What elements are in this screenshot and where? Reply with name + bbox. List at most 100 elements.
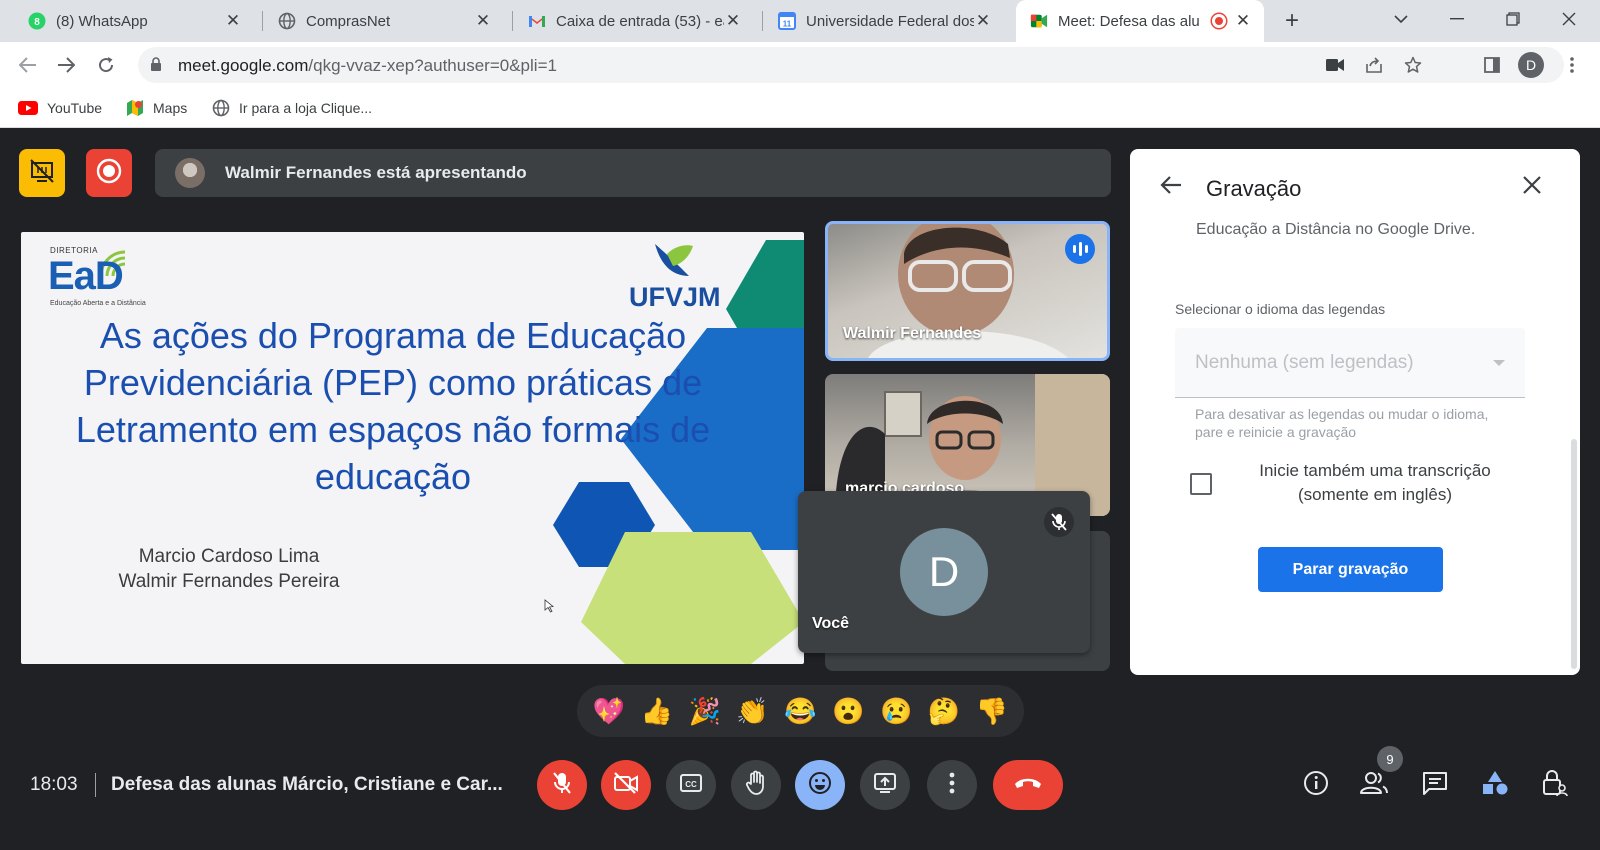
bottom-divider [95, 773, 96, 797]
participant-name: Walmir Fernandes [843, 325, 982, 342]
url-text: meet.google.com/qkg-vvaz-xep?authuser=0&… [178, 56, 557, 76]
svg-text:CC: CC [685, 780, 697, 789]
caption-language-select[interactable]: Nenhuma (sem legendas) [1175, 328, 1525, 398]
tab-title: (8) WhatsApp [56, 12, 148, 30]
activities-button[interactable] [1478, 768, 1512, 802]
reaction-thinking[interactable]: 🤔 [928, 696, 960, 726]
more-options-button[interactable] [927, 760, 977, 810]
tab-separator [262, 11, 263, 31]
tab-meet[interactable]: Meet: Defesa das alu ✕ [1016, 0, 1264, 42]
info-icon [1303, 770, 1329, 801]
svg-text:11: 11 [783, 20, 792, 29]
host-controls-button[interactable] [19, 149, 65, 197]
transcript-label: Inicie também uma transcrição (somente e… [1259, 461, 1491, 504]
reaction-heart[interactable]: 💖 [593, 696, 625, 726]
minimize-icon[interactable] [1430, 0, 1484, 38]
reaction-thumbs-up[interactable]: 👍 [641, 696, 673, 726]
hand-icon [745, 770, 767, 801]
bookmark-label: YouTube [47, 100, 103, 116]
side-panel-icon[interactable] [1478, 51, 1506, 79]
address-bar[interactable]: meet.google.com/qkg-vvaz-xep?authuser=0&… [138, 47, 1564, 83]
panel-title: Gravação [1206, 176, 1302, 201]
reaction-thumbs-down[interactable]: 👎 [976, 696, 1008, 726]
reaction-clap[interactable]: 👏 [736, 696, 768, 726]
bookmark-label: Ir para a loja Clique... [239, 100, 373, 116]
shared-screen-slide: DIRETORIA EaD Educação Aberta e a Distân… [21, 232, 804, 664]
whatsapp-icon: 8 [28, 12, 46, 30]
lock-person-icon [1542, 769, 1568, 802]
tab-title: Meet: Defesa das alu [1058, 12, 1200, 30]
captions-button[interactable]: CC [666, 760, 716, 810]
reaction-sad[interactable]: 😢 [880, 696, 912, 726]
restore-icon[interactable] [1486, 0, 1540, 38]
reaction-laugh[interactable]: 😂 [784, 696, 816, 726]
present-screen-button[interactable] [860, 760, 910, 810]
slide-ufvjm-logo: UFVJM [629, 282, 721, 312]
meet-icon [1030, 12, 1048, 30]
stop-recording-button[interactable]: Parar gravação [1258, 547, 1443, 592]
bookmark-maps[interactable]: Maps [126, 96, 187, 120]
back-arrow-icon[interactable] [14, 51, 42, 79]
reaction-surprised[interactable]: 😮 [832, 696, 864, 726]
more-vert-icon [949, 772, 955, 799]
maps-icon [126, 99, 144, 117]
tab-gmail[interactable]: Caixa de entrada (53) - ea ✕ [514, 0, 754, 42]
recording-side-panel: Gravação Educação a Distância no Google … [1130, 149, 1580, 675]
mic-toggle-button[interactable] [537, 760, 587, 810]
close-tab-icon[interactable]: ✕ [974, 11, 992, 31]
reaction-party[interactable]: 🎉 [689, 696, 721, 726]
gmail-icon [528, 12, 546, 30]
tab-whatsapp[interactable]: 8 (8) WhatsApp ✕ [14, 0, 254, 42]
chat-button[interactable] [1418, 768, 1452, 802]
panel-scrollbar[interactable] [1571, 439, 1577, 669]
back-arrow-icon[interactable] [1160, 175, 1182, 200]
forward-arrow-icon[interactable] [52, 51, 80, 79]
caption-hint: Para desativar as legendas ou mudar o id… [1195, 406, 1489, 440]
meeting-title: Defesa das alunas Márcio, Cristiane e Ca… [111, 774, 503, 795]
close-tab-icon[interactable]: ✕ [474, 11, 492, 31]
recording-button[interactable] [86, 149, 132, 197]
host-controls-lock-button[interactable] [1538, 768, 1572, 802]
bookmark-loja[interactable]: Ir para a loja Clique... [212, 96, 372, 120]
tab-comprasnet[interactable]: ComprasNet ✕ [264, 0, 504, 42]
close-icon[interactable] [1522, 175, 1542, 200]
self-avatar: D [900, 528, 988, 616]
reload-icon[interactable] [92, 51, 120, 79]
close-window-icon[interactable] [1542, 0, 1596, 38]
url-host: meet.google.com [178, 56, 309, 75]
profile-avatar[interactable]: D [1518, 52, 1544, 78]
globe-icon [278, 12, 296, 30]
close-tab-icon[interactable]: ✕ [724, 11, 742, 31]
send-reaction-button[interactable] [795, 760, 845, 810]
camera-toggle-button[interactable] [601, 760, 651, 810]
close-tab-icon[interactable]: ✕ [1234, 11, 1252, 31]
self-view-tile[interactable]: D Você [798, 491, 1090, 653]
tab-strip: 8 (8) WhatsApp ✕ ComprasNet ✕ Caixa de e… [0, 0, 1600, 42]
close-tab-icon[interactable]: ✕ [224, 11, 242, 31]
participant-tile-walmir[interactable]: Walmir Fernandes [825, 221, 1110, 361]
tab-title: Caixa de entrada (53) - ea [556, 12, 724, 30]
bookmark-youtube[interactable]: YouTube [18, 96, 102, 120]
no-present-icon [29, 158, 55, 188]
slide-ead-subtitle: Educação Aberta e a Distância [50, 300, 146, 307]
new-tab-button[interactable]: + [1278, 7, 1306, 35]
tab-search-icon[interactable] [1374, 0, 1428, 38]
tab-title: Universidade Federal dos [806, 12, 974, 30]
slide-author: Marcio Cardoso Lima [138, 546, 320, 567]
captions-icon: CC [679, 773, 703, 798]
people-icon [1359, 771, 1389, 800]
raise-hand-button[interactable] [731, 760, 781, 810]
leave-call-button[interactable] [993, 760, 1063, 810]
present-icon [873, 772, 897, 799]
meeting-details-button[interactable] [1299, 768, 1333, 802]
mic-off-icon [1044, 507, 1074, 537]
slide-ead-logo: EaD [48, 254, 124, 298]
menu-dots-icon[interactable] [1558, 51, 1586, 79]
star-icon[interactable] [1401, 53, 1425, 77]
people-button[interactable] [1357, 768, 1391, 802]
lock-icon [150, 57, 162, 77]
tab-ufvjm[interactable]: 11 Universidade Federal dos ✕ [764, 0, 1004, 42]
share-icon[interactable] [1362, 53, 1386, 77]
camera-icon[interactable] [1323, 53, 1347, 77]
transcript-checkbox[interactable] [1190, 473, 1212, 495]
